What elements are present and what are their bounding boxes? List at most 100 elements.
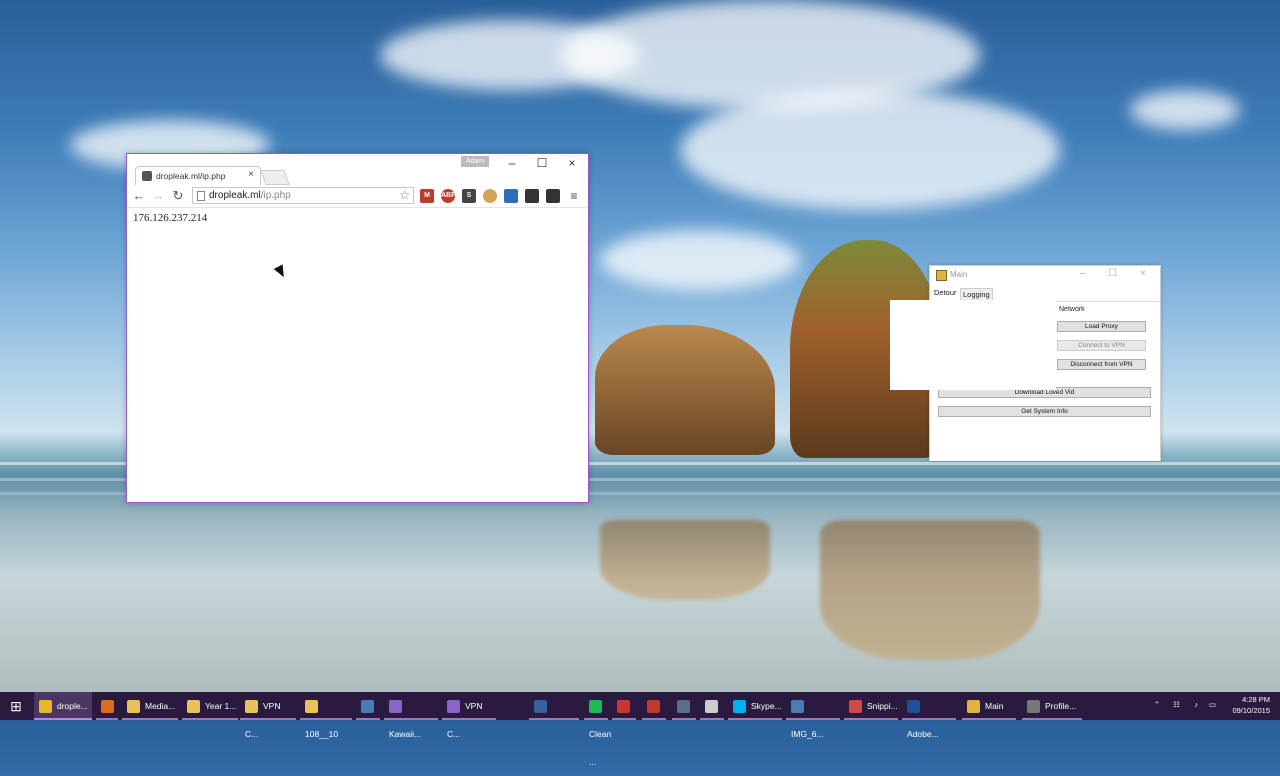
reload-icon[interactable]: ↻ [170,188,186,204]
pushbullet-icon[interactable] [504,189,518,203]
taskbar-app-icon [534,700,547,714]
taskbar-item-label: IMG_6... [791,729,824,739]
tray-chevron-icon[interactable]: ⌃ [1154,700,1160,709]
minimize-button[interactable]: – [497,155,527,171]
close-button[interactable]: × [557,155,587,171]
taskbar-app-icon [647,700,660,714]
taskbar-app-icon [589,700,602,714]
taskbar-item[interactable]: VPN C... [442,692,496,739]
forward-arrow-icon[interactable]: → [150,188,166,204]
network-group-label: Network [1059,306,1085,313]
taskbar-item[interactable]: Adobe... [902,692,956,739]
taskbar-item-label: Profile... [1045,701,1077,711]
rock-reflection [820,520,1040,660]
app-tabbar: Detour Logging [930,287,1160,301]
load-proxy-button[interactable]: Load Proxy [1057,321,1146,332]
cloud [1130,90,1240,130]
taskbar-app-icon [617,700,630,714]
taskbar-item[interactable]: Main [962,692,1016,720]
taskbar-app-icon [389,700,402,714]
taskbar-app-icon [447,700,460,714]
maximize-button[interactable]: ☐ [1108,268,1117,279]
taskbar-item-label: drople... [57,701,88,711]
blank-overlay-panel [890,300,1056,390]
taskbar-app-icon [1027,700,1040,714]
tab-close-icon[interactable]: × [248,169,254,180]
taskbar-item-label: Year 1... [205,701,237,711]
menu-icon[interactable]: ≡ [567,189,581,203]
browser-tab[interactable]: dropleak.ml/ip.php × [135,166,261,185]
taskbar-app-icon [907,700,920,714]
taskbar-item[interactable] [642,692,666,720]
taskbar-item[interactable]: Kawaii... [384,692,438,739]
taskbar-app-icon [967,700,980,714]
taskbar-item[interactable]: VPN C... [240,692,296,739]
rock-reflection [600,520,770,600]
window-icon[interactable] [525,189,539,203]
clock[interactable]: 4:28 PM 09/10/2015 [1232,694,1270,716]
windows-start-icon[interactable]: ⊞ [0,692,32,720]
taskbar-item[interactable] [96,692,118,720]
disconnect-vpn-button[interactable]: Disconnect from VPN [1057,359,1146,370]
taskbar-item[interactable] [612,692,636,720]
taskbar: ⊞ drople... Media... Year 1... VPN C... 108_… [0,692,1280,767]
bookmark-star-icon[interactable]: ☆ [399,188,410,202]
taskbar-item[interactable] [356,692,380,720]
taskbar-item-label: Adobe... [907,729,939,739]
browser-titlebar[interactable]: dropleak.ml/ip.php × Adam – ☐ × [127,154,588,185]
clock-time: 4:28 PM [1242,695,1270,704]
taskbar-item[interactable]: Skype... [728,692,782,720]
taskbar-item[interactable]: 108__10 [300,692,352,739]
cloud [600,230,800,290]
taskbar-item[interactable] [672,692,696,720]
cookie-icon[interactable] [483,189,497,203]
taskbar-item[interactable]: drople... [34,692,92,720]
url-text: dropleak.ml/ip.php [209,190,291,201]
maximize-button[interactable]: ☐ [527,155,557,171]
taskbar-app-icon [705,700,718,714]
address-bar[interactable]: dropleak.ml/ip.php ☆ [192,187,414,204]
adblock-icon[interactable]: ABP [441,189,456,203]
taskbar-item[interactable]: Snippi... [844,692,898,720]
tab-detour[interactable]: Detour [932,287,959,298]
taskbar-app-icon [39,700,52,714]
taskbar-app-icon [127,700,140,714]
profile-badge[interactable]: Adam [461,156,489,167]
volume-icon[interactable]: ♪ [1194,700,1198,709]
browser-window: dropleak.ml/ip.php × Adam – ☐ × ← → ↻ dr… [126,153,589,503]
taskbar-app-icon [791,700,804,714]
taskbar-app-icon [733,700,746,714]
browser-toolbar: ← → ↻ dropleak.ml/ip.php ☆ M ABP S ≡ [127,185,588,208]
taskbar-item-label: Snippi... [867,701,898,711]
back-arrow-icon[interactable]: ← [131,188,147,204]
taskbar-item[interactable] [529,692,579,720]
taskbar-item[interactable] [700,692,724,720]
taskbar-app-icon [849,700,862,714]
new-tab-button[interactable] [260,170,290,185]
gmail-icon[interactable]: M [420,189,434,203]
taskbar-app-icon [305,700,318,714]
taskbar-item[interactable]: Clean ... [584,692,611,767]
taskbar-item[interactable]: Media... [122,692,178,720]
get-system-info-button[interactable]: Get System Info [938,406,1151,417]
connect-vpn-button[interactable]: Connect to VPN [1057,340,1146,351]
taskbar-item-label: Kawaii... [389,729,422,739]
taskbar-item[interactable]: IMG_6... [786,692,840,739]
taskbar-app-icon [245,700,258,714]
incognito-icon[interactable] [546,189,560,203]
taskbar-app-icon [361,700,374,714]
taskbar-item[interactable]: Profile... [1022,692,1082,720]
close-button[interactable]: × [1140,268,1146,279]
notification-icon[interactable]: ▭ [1209,700,1216,709]
minimize-button[interactable]: – [1080,268,1086,279]
taskbar-item-label: Clean ... [589,729,612,767]
taskbar-item-label: 108__10 [305,729,339,739]
network-icon[interactable]: ☷ [1173,700,1180,709]
taskbar-item[interactable]: Year 1... [182,692,238,720]
rock-formation [595,325,775,455]
cloud [680,90,1060,210]
tab-title: dropleak.ml/ip.php [156,171,226,181]
s-extension-icon[interactable]: S [462,189,476,203]
clock-date: 09/10/2015 [1232,706,1270,715]
app-icon [936,270,947,281]
